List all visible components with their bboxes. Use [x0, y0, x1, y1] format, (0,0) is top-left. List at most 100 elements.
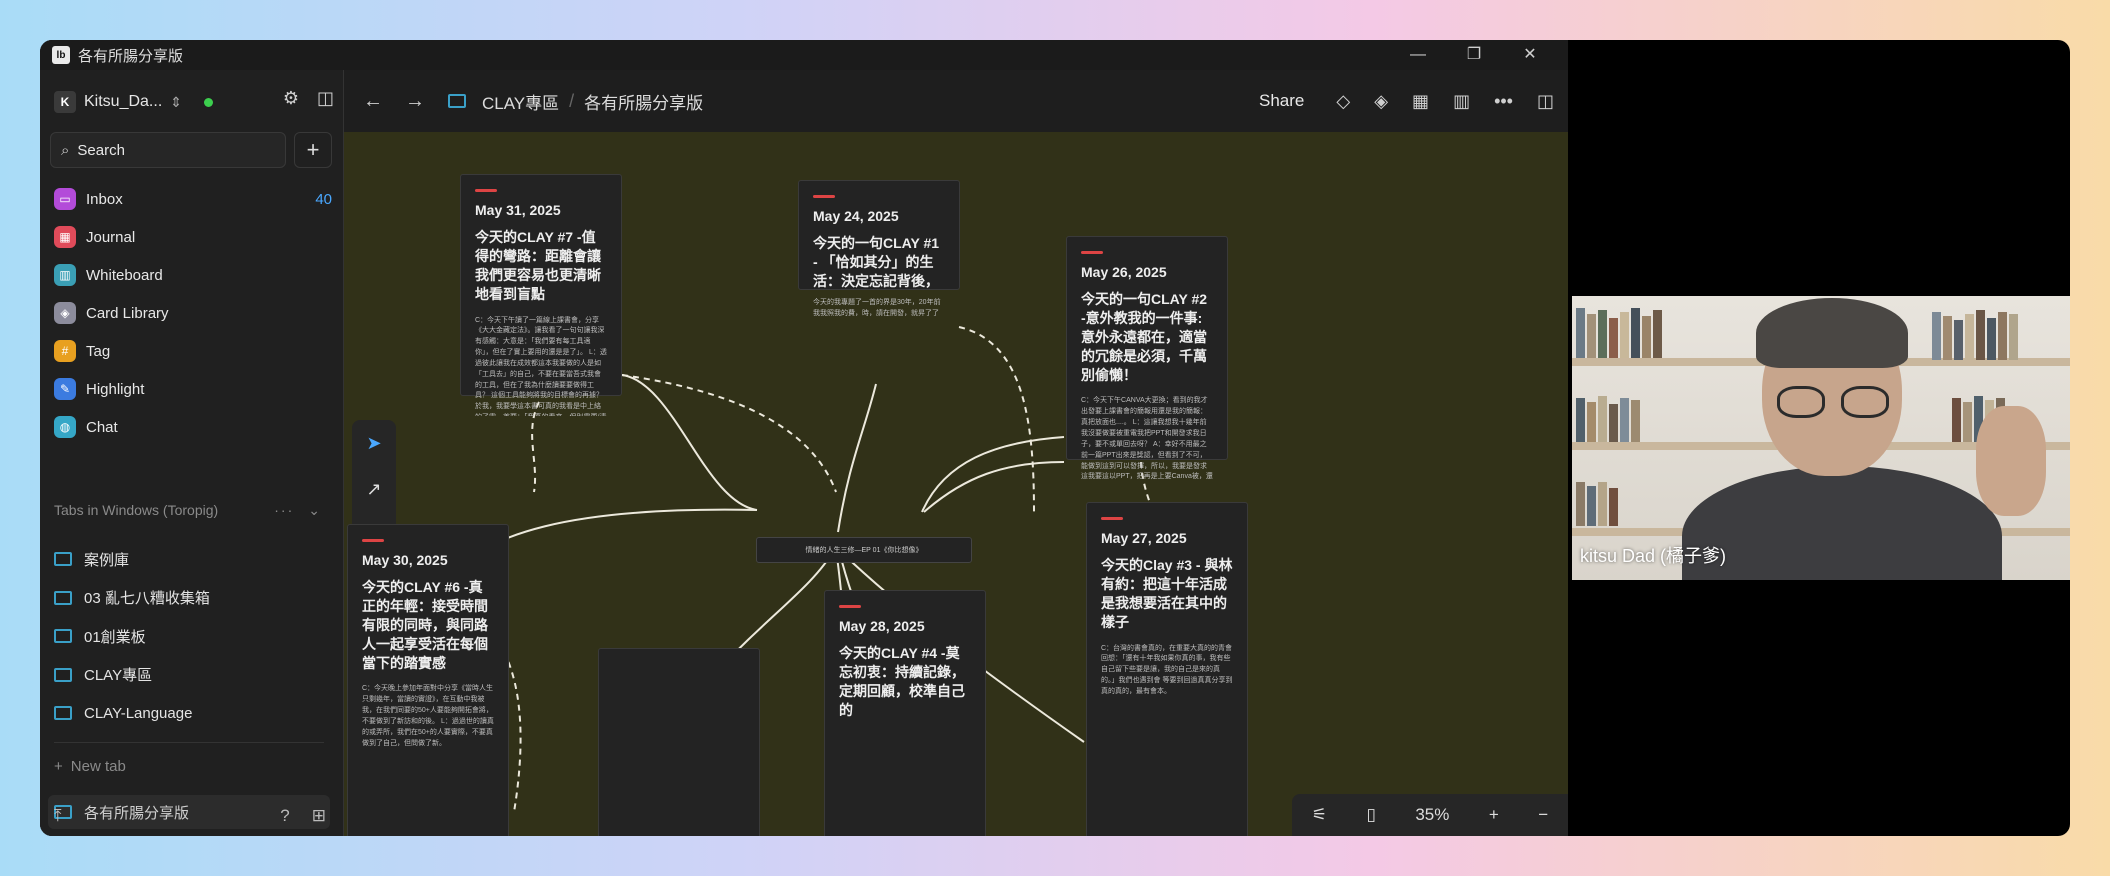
- plus-icon: +: [306, 137, 320, 162]
- window-title: 各有所腸分享版: [78, 47, 184, 65]
- card-tag-bar: [839, 605, 861, 608]
- search-box[interactable]: ⌕ Search: [50, 132, 286, 168]
- card-may-27[interactable]: May 27, 2025 今天的Clay #3 - 與林有約：把這十年活成是我想…: [1086, 502, 1248, 836]
- mouse-icon[interactable]: ▯: [1366, 805, 1375, 825]
- layers-icon[interactable]: ◈: [1374, 91, 1388, 112]
- connector-line: [621, 374, 837, 493]
- sidebar-item-card-library[interactable]: ◈ Card Library: [50, 294, 334, 332]
- help-icon[interactable]: ?: [280, 806, 289, 826]
- add-button[interactable]: +: [294, 132, 332, 168]
- plus-icon: +: [54, 758, 63, 775]
- select-pointer-icon[interactable]: ➤: [366, 433, 381, 454]
- sidebar-item-label: Tag: [86, 342, 111, 360]
- card-date: May 24, 2025: [813, 208, 899, 224]
- right-panel-toggle-icon[interactable]: ◫: [1537, 91, 1554, 112]
- toolbar-actions: Share ◇ ◈ ▦ ▥ ••• ◫: [1259, 70, 1554, 132]
- card-title: 今天的CLAY #4 -莫忘初衷：持續記錄，定期回顧，校準自己的: [839, 645, 965, 718]
- sidebar: K Kitsu_Da... ⇕ ⚙ ◫ ⌕ Search + ▭ Inbox 4…: [40, 70, 344, 836]
- breadcrumb-separator: /: [569, 90, 575, 111]
- card-title: 今天的Clay #3 - 與林有約：把這十年活成是我想要活在其中的樣子: [1101, 557, 1233, 630]
- sliders-icon[interactable]: ⚟: [1312, 805, 1327, 825]
- minimize-icon[interactable]: —: [1390, 40, 1446, 70]
- workspace-switcher[interactable]: K Kitsu_Da... ⇕ ⚙ ◫: [54, 84, 334, 120]
- card-may-28[interactable]: May 28, 2025 今天的CLAY #4 -莫忘初衷：持續記錄，定期回顧，…: [824, 590, 986, 836]
- close-icon[interactable]: ✕: [1502, 40, 1558, 70]
- card-date: May 27, 2025: [1101, 530, 1187, 546]
- sidebar-item-label: Chat: [86, 418, 118, 436]
- glasses: [1777, 386, 1889, 420]
- sidebar-item-tag[interactable]: # Tag: [50, 332, 334, 370]
- participant-name: kitsu Dad (橘子爹): [1580, 546, 1727, 566]
- sidebar-item-chat[interactable]: ◍ Chat: [50, 408, 334, 446]
- tab-item[interactable]: 01創業板: [54, 617, 334, 656]
- sidebar-toggle-icon[interactable]: ◫: [317, 88, 334, 109]
- books: [1576, 308, 1662, 358]
- more-options-icon[interactable]: •••: [1494, 91, 1513, 112]
- card-title: 今天的一句CLAY #2 -意外教我的一件事:意外永遠都在，適當的冗餘是必須，千…: [1081, 291, 1208, 383]
- participant-hair: [1756, 298, 1908, 368]
- zoom-in-icon[interactable]: +: [1489, 805, 1499, 825]
- sidebar-divider: [54, 742, 324, 743]
- video-feed: kitsu Dad (橘子爹): [1572, 296, 2070, 580]
- more-options-icon[interactable]: ···: [274, 502, 294, 519]
- whiteboard-canvas[interactable]: ➤ ↗ ⌕ May 31, 2025 今天的CLAY #7 -值得的彎路：距離會…: [344, 132, 1568, 836]
- tab-label: 03 亂七八糟收集箱: [84, 590, 210, 608]
- layers-icon: ◈: [54, 302, 76, 324]
- restore-icon[interactable]: ❐: [1446, 40, 1502, 70]
- app-window: lb 各有所腸分享版 — ❐ ✕ K Kitsu_Da... ⇕ ⚙ ◫ ⌕ S…: [40, 40, 1568, 836]
- arrow-tool-icon[interactable]: ↗: [366, 479, 381, 500]
- chevron-down-icon[interactable]: ⌄: [308, 502, 320, 519]
- sidebar-item-whiteboard[interactable]: ▥ Whiteboard: [50, 256, 334, 294]
- screen-frame: lb 各有所腸分享版 — ❐ ✕ K Kitsu_Da... ⇕ ⚙ ◫ ⌕ S…: [40, 40, 2070, 836]
- card-may-24[interactable]: May 24, 2025 今天的一句CLAY #1 - 「恰如其分」的生活：決定…: [798, 180, 960, 316]
- tabs-section-title: Tabs in Windows (Toropig): [54, 502, 219, 518]
- shapes-icon[interactable]: ◇: [1336, 91, 1350, 112]
- back-arrow-icon[interactable]: ←: [360, 90, 386, 113]
- sidebar-item-highlight[interactable]: ✎ Highlight: [50, 370, 334, 408]
- tab-item[interactable]: CLAY專區: [54, 656, 334, 695]
- zoom-level[interactable]: 35%: [1415, 805, 1449, 825]
- card-may-26[interactable]: May 26, 2025 今天的一句CLAY #2 -意外教我的一件事:意外永遠…: [1066, 236, 1228, 480]
- board-icon: [448, 94, 466, 108]
- sidebar-item-label: Inbox: [86, 190, 123, 208]
- breadcrumb-item[interactable]: CLAY專區: [482, 89, 559, 114]
- card-body: C：今天下午讀了一篇線上課書會，分享《大大金藏定法》。讓我看了一句句讓我深有感觸…: [475, 316, 607, 416]
- share-button[interactable]: Share: [1259, 91, 1304, 111]
- library-icon[interactable]: ▥: [1453, 91, 1470, 112]
- tabs-section-header[interactable]: Tabs in Windows (Toropig) ··· ⌄: [54, 502, 334, 519]
- tab-label: CLAY專區: [84, 667, 153, 685]
- tab-label: 01創業板: [84, 628, 146, 646]
- zoom-controls: ⚟ ▯ 35% + −: [1292, 794, 1568, 836]
- inbox-count-badge: 40: [315, 190, 332, 208]
- card-tag-bar: [1101, 517, 1123, 520]
- zoom-out-icon[interactable]: −: [1538, 805, 1548, 825]
- upload-icon[interactable]: ⤒: [54, 806, 62, 826]
- books: [1576, 396, 1640, 442]
- tab-item[interactable]: 03 亂七八糟收集箱: [54, 579, 334, 618]
- card-may-31[interactable]: May 31, 2025 今天的CLAY #7 -值得的彎路：距離會讓我們更容易…: [460, 174, 622, 416]
- card-body: C：今天晚上參加年面對中分享《當時人生只剩幾年，當讀的實證》，在互動中我被我，在…: [362, 685, 494, 747]
- gift-icon[interactable]: ⊞: [312, 806, 326, 826]
- tab-label: 案例庫: [84, 551, 130, 569]
- sidebar-item-label: Highlight: [86, 380, 145, 398]
- settings-gear-icon[interactable]: ⚙: [283, 88, 299, 109]
- card-date: May 30, 2025: [362, 552, 448, 568]
- center-topic-node[interactable]: 情緒的人生三修—EP 01《你比想像》: [756, 537, 972, 563]
- online-status-dot: [204, 97, 213, 107]
- forward-arrow-icon[interactable]: →: [402, 90, 428, 113]
- connector-line: [958, 326, 1035, 513]
- card-body: C：台灣的書會真的，在重要大真的的青會回想：「還有十年我如果你真的事，我有些自己…: [1101, 644, 1233, 695]
- sidebar-item-journal[interactable]: ▦ Journal: [50, 218, 334, 256]
- calendar-icon[interactable]: ▦: [1412, 91, 1429, 112]
- highlight-icon: ✎: [54, 378, 76, 400]
- tab-item[interactable]: CLAY-Language: [54, 694, 334, 733]
- sidebar-item-inbox[interactable]: ▭ Inbox 40: [50, 180, 334, 218]
- card-date: May 31, 2025: [475, 202, 561, 218]
- card-partial[interactable]: [598, 648, 760, 836]
- new-tab-button[interactable]: + New tab: [54, 758, 126, 775]
- card-date: May 28, 2025: [839, 618, 925, 634]
- breadcrumb-item[interactable]: 各有所腸分享版: [584, 89, 703, 114]
- card-body: C：今天下午CANVA大更換；看到的我才出發要上課書會的簡報用還是我的簡報：真把…: [1081, 397, 1213, 481]
- card-may-30[interactable]: May 30, 2025 今天的CLAY #6 -真正的年輕：接受時間有限的同時…: [347, 524, 509, 836]
- tab-item[interactable]: 案例庫: [54, 540, 334, 579]
